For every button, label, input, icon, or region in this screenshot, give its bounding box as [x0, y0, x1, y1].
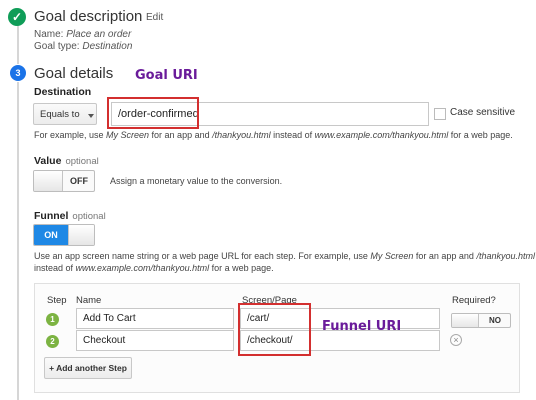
- step-connector-line: [17, 82, 19, 400]
- column-header-step: Step: [47, 295, 67, 306]
- hint-text: for an app and: [149, 130, 213, 140]
- hint-example: My Screen: [370, 251, 414, 261]
- funnel-hint-line-1: Use an app screen name string or a web p…: [34, 251, 535, 261]
- goal-description-title: Goal description: [34, 8, 143, 25]
- hint-text: For example, use: [34, 130, 107, 140]
- add-another-step-button[interactable]: + Add another Step: [44, 357, 132, 379]
- step-number-badge: 2: [46, 335, 59, 348]
- value-label-text: Value: [34, 155, 62, 167]
- edit-goal-description-link[interactable]: Edit: [146, 12, 163, 23]
- goal-name-label: Name:: [34, 29, 64, 40]
- goal-type-value: Destination: [82, 41, 133, 52]
- hint-text: instead of: [34, 263, 76, 273]
- funnel-hint-line-2: instead of www.example.com/thankyou.html…: [34, 263, 274, 273]
- step-connector-line: [17, 26, 19, 64]
- hint-example: /thankyou.html: [212, 130, 271, 140]
- column-header-name: Name: [76, 295, 102, 306]
- step-name-input[interactable]: [76, 330, 234, 351]
- funnel-label: Funnel optional: [34, 210, 106, 222]
- caret-down-icon: [88, 114, 94, 118]
- hint-text: for a web page.: [448, 130, 513, 140]
- toggle-knob: [452, 314, 479, 327]
- match-type-dropdown[interactable]: Equals to: [33, 103, 97, 125]
- funnel-uri-annotation: Funnel URI: [322, 319, 402, 334]
- column-header-required: Required?: [452, 295, 496, 306]
- value-optional-tag: optional: [65, 156, 99, 167]
- case-sensitive-label: Case sensitive: [450, 107, 516, 118]
- funnel-label-text: Funnel: [34, 210, 69, 222]
- value-label: Value optional: [34, 155, 99, 167]
- hint-text: instead of: [270, 130, 315, 140]
- goal-type-label: Goal type:: [34, 41, 80, 52]
- goal-details-title: Goal details: [34, 65, 114, 82]
- toggle-knob: [34, 171, 63, 191]
- goal-type-line: Goal type: Destination: [34, 41, 132, 52]
- required-toggle[interactable]: NO: [451, 313, 511, 328]
- destination-hint: For example, use My Screen for an app an…: [34, 130, 513, 140]
- remove-step-icon[interactable]: ×: [450, 334, 462, 346]
- step-complete-check-icon: ✓: [8, 8, 26, 26]
- goal-name-value: Place an order: [66, 29, 132, 40]
- hint-example: /thankyou.html: [476, 251, 535, 261]
- funnel-toggle[interactable]: ON: [33, 224, 95, 246]
- hint-text: for an app and: [413, 251, 477, 261]
- value-toggle[interactable]: OFF: [33, 170, 95, 192]
- goal-uri-highlight-box: [107, 97, 199, 129]
- goal-name-line: Name: Place an order: [34, 29, 131, 40]
- step-number-badge: 3: [10, 65, 26, 81]
- hint-text: for a web page.: [209, 263, 274, 273]
- destination-label: Destination: [34, 86, 92, 98]
- toggle-knob: [68, 225, 94, 245]
- goal-uri-annotation: Goal URI: [135, 68, 198, 83]
- hint-example: www.example.com/thankyou.html: [314, 130, 449, 140]
- match-type-value: Equals to: [40, 109, 80, 120]
- hint-example: www.example.com/thankyou.html: [75, 263, 210, 273]
- funnel-optional-tag: optional: [72, 211, 106, 222]
- step-name-input[interactable]: [76, 308, 234, 329]
- value-description: Assign a monetary value to the conversio…: [110, 176, 283, 186]
- funnel-toggle-state: ON: [34, 225, 68, 245]
- hint-text: Use an app screen name string or a web p…: [34, 251, 371, 261]
- step-number-badge: 1: [46, 313, 59, 326]
- funnel-uri-highlight-box: [238, 303, 311, 356]
- required-toggle-state: NO: [489, 316, 501, 325]
- case-sensitive-checkbox[interactable]: [434, 108, 446, 120]
- hint-example: My Screen: [106, 130, 150, 140]
- value-toggle-state: OFF: [70, 176, 88, 186]
